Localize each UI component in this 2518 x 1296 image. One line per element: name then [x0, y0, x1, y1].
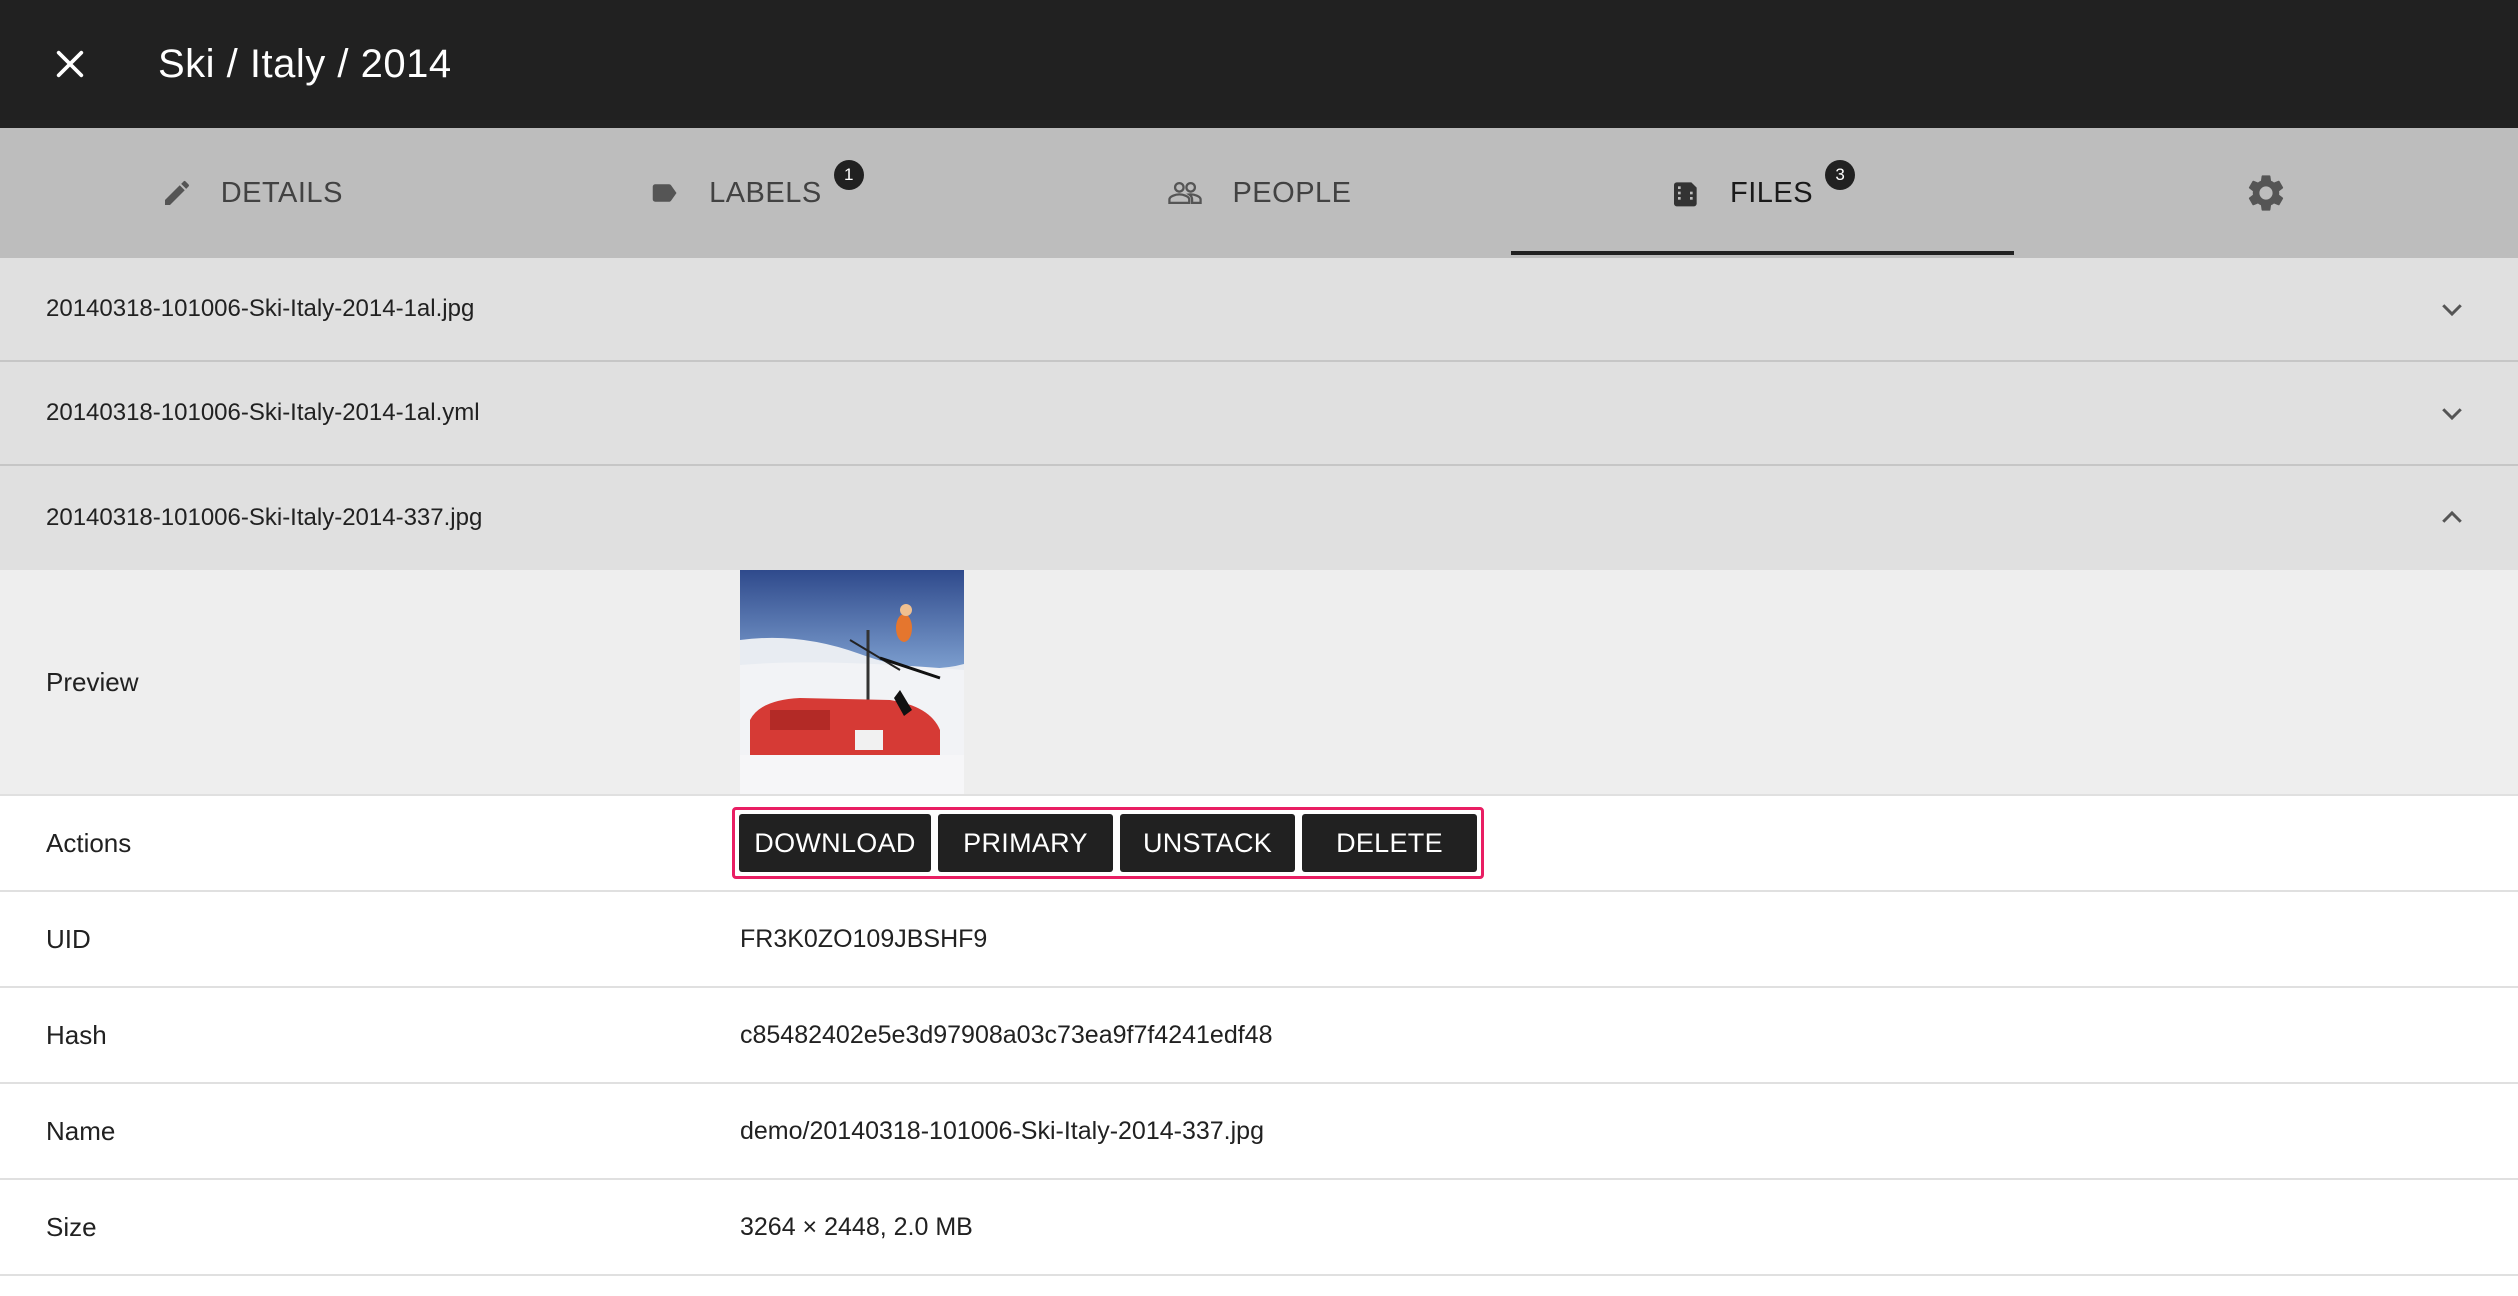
page-title: Ski / Italy / 2014: [158, 41, 452, 86]
file-panel-header[interactable]: 20140318-101006-Ski-Italy-2014-1al.yml: [0, 362, 2518, 466]
size-label: Size: [46, 1211, 97, 1242]
pencil-icon: [161, 177, 193, 209]
tab-labels[interactable]: Labels 1: [504, 128, 1008, 258]
tab-files-label: Files: [1730, 176, 1814, 209]
hash-label: Hash: [46, 1019, 107, 1050]
ski-photo-thumbnail: [740, 570, 964, 794]
tab-files[interactable]: Files 3: [1510, 128, 2015, 258]
files-count-badge: 3: [1825, 160, 1856, 190]
name-label: Name: [46, 1115, 116, 1146]
file-panel-header-expanded[interactable]: 20140318-101006-Ski-Italy-2014-337.jpg: [0, 466, 2518, 570]
preview-label: Preview: [46, 666, 139, 697]
preview-row: Preview: [0, 570, 2518, 796]
label-icon: [647, 178, 681, 208]
chevron-up-icon: [2432, 498, 2472, 538]
uid-row: UID FR3K0ZO109JBSHF9: [0, 892, 2518, 988]
download-button[interactable]: DOWNLOAD: [739, 814, 931, 872]
file-name: 20140318-101006-Ski-Italy-2014-337.jpg: [46, 504, 483, 531]
primary-button[interactable]: PRIMARY: [938, 814, 1113, 872]
unstack-button[interactable]: UNSTACK: [1120, 814, 1295, 872]
chevron-down-icon: [2432, 393, 2472, 433]
delete-button[interactable]: DELETE: [1302, 814, 1477, 872]
name-value: demo/20140318-101006-Ski-Italy-2014-337.…: [740, 1116, 1264, 1145]
name-row: Name demo/20140318-101006-Ski-Italy-2014…: [0, 1084, 2518, 1180]
uid-label: UID: [46, 923, 91, 954]
actions-label: Actions: [46, 827, 132, 858]
actions-button-group: DOWNLOAD PRIMARY UNSTACK DELETE: [732, 807, 1484, 879]
tab-details[interactable]: Details: [0, 128, 504, 258]
file-name: 20140318-101006-Ski-Italy-2014-1al.yml: [46, 399, 480, 426]
tab-people-label: People: [1232, 176, 1352, 209]
size-row: Size 3264 × 2448, 2.0 MB: [0, 1180, 2518, 1276]
uid-value: FR3K0ZO109JBSHF9: [740, 924, 988, 953]
gear-icon: [2244, 171, 2288, 215]
people-icon: [1166, 176, 1204, 210]
file-name: 20140318-101006-Ski-Italy-2014-1al.jpg: [46, 295, 475, 322]
tab-labels-label: Labels: [709, 176, 822, 209]
hash-value: c85482402e5e3d97908a03c73ea9f7f4241edf48: [740, 1020, 1273, 1049]
tab-details-label: Details: [220, 176, 343, 209]
tab-people[interactable]: People: [1007, 128, 1511, 258]
preview-thumbnail[interactable]: [740, 570, 964, 794]
chevron-down-icon: [2432, 289, 2472, 329]
close-icon: [56, 50, 84, 78]
size-value: 3264 × 2448, 2.0 MB: [740, 1212, 973, 1241]
tab-settings[interactable]: [2014, 128, 2518, 258]
tab-bar: Details Labels 1 People Files 3: [0, 128, 2518, 258]
hash-row: Hash c85482402e5e3d97908a03c73ea9f7f4241…: [0, 988, 2518, 1084]
labels-count-badge: 1: [833, 160, 864, 190]
actions-row: Actions DOWNLOAD PRIMARY UNSTACK DELETE: [0, 796, 2518, 892]
files-icon: [1670, 176, 1702, 210]
file-panel-header[interactable]: 20140318-101006-Ski-Italy-2014-1al.jpg: [0, 258, 2518, 362]
close-button[interactable]: [35, 29, 105, 99]
toolbar: Ski / Italy / 2014: [0, 0, 2518, 128]
